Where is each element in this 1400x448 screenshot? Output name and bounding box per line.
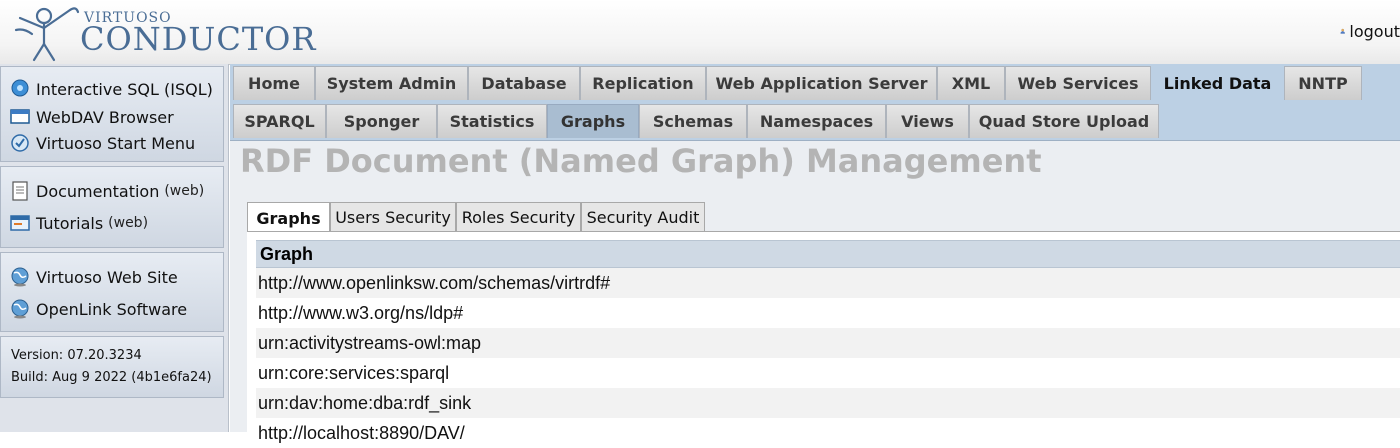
tab-web-application-server[interactable]: Web Application Server (706, 66, 937, 100)
graphs-panel: Graph http://www.openlinksw.com/schemas/… (247, 231, 1400, 448)
sidebar-item-label: Tutorials (36, 213, 104, 233)
tab-nntp[interactable]: NNTP (1284, 66, 1362, 100)
globe-icon (11, 267, 29, 287)
tab-graphs[interactable]: Graphs (547, 104, 639, 138)
subtab-graphs[interactable]: Graphs (247, 202, 330, 233)
sidebar-item-webdav[interactable]: WebDAV Browser (9, 107, 174, 127)
sidebar-item-label: Interactive SQL (ISQL) (36, 79, 213, 99)
table-row[interactable]: http://www.w3.org/ns/ldp# (256, 298, 1400, 328)
header: VIRTUOSO CONDUCTOR logout (0, 0, 1400, 65)
sidebar-item-label: WebDAV Browser (36, 107, 174, 127)
start-menu-icon (11, 134, 29, 152)
table-row[interactable]: http://www.openlinksw.com/schemas/virtrd… (256, 268, 1400, 298)
isql-icon (11, 79, 29, 97)
page-title: RDF Document (Named Graph) Management (240, 142, 1042, 180)
tab-linked-data[interactable]: Linked Data (1151, 66, 1284, 100)
virtuoso-conductor-logo[interactable]: VIRTUOSO CONDUCTOR (14, 4, 316, 62)
webdav-icon (10, 109, 30, 124)
graphs-table: Graph http://www.openlinksw.com/schemas/… (256, 240, 1400, 448)
sidebar-version-box: Version: 07.20.3234 Build: Aug 9 2022 (4… (0, 336, 224, 398)
documentation-icon (12, 181, 28, 201)
secondary-tab-bar: SPARQL Sponger Statistics Graphs Schemas… (230, 102, 1400, 141)
logo-big-text: CONDUCTOR (80, 20, 317, 58)
table-row[interactable]: urn:dav:home:dba:rdf_sink (256, 388, 1400, 418)
tab-sparql[interactable]: SPARQL (233, 104, 326, 138)
tab-replication[interactable]: Replication (580, 66, 706, 100)
main-content: Home System Admin Database Replication W… (230, 64, 1400, 448)
tab-statistics[interactable]: Statistics (437, 104, 547, 138)
sidebar-item-label: Virtuoso Start Menu (36, 133, 196, 153)
table-row[interactable]: urn:core:services:sparql (256, 358, 1400, 388)
sidebar-item-isql[interactable]: Interactive SQL (ISQL) (9, 79, 213, 99)
tab-database[interactable]: Database (468, 66, 580, 100)
build-text: Build: Aug 9 2022 (4b1e6fa24) (11, 370, 212, 385)
user-icon (1340, 28, 1345, 34)
tab-system-admin[interactable]: System Admin (315, 66, 468, 100)
tab-sponger[interactable]: Sponger (326, 104, 437, 138)
tab-web-services[interactable]: Web Services (1005, 66, 1151, 100)
web-suffix: (web) (108, 215, 149, 231)
logout-label: logout (1349, 21, 1400, 41)
sidebar-item-tutorials[interactable]: Tutorials (web) (9, 213, 148, 233)
globe-icon (11, 299, 29, 319)
sidebar-group-tools: Interactive SQL (ISQL) WebDAV Browser Vi… (0, 66, 224, 162)
subtab-roles-security[interactable]: Roles Security (456, 202, 581, 232)
sidebar-group-links: Virtuoso Web Site OpenLink Software (0, 252, 224, 332)
column-header-graph[interactable]: Graph (256, 240, 1400, 268)
sidebar-item-label: OpenLink Software (36, 299, 188, 319)
version-text: Version: 07.20.3234 (11, 348, 142, 363)
subtab-security-audit[interactable]: Security Audit (581, 202, 705, 232)
tab-schemas[interactable]: Schemas (639, 104, 747, 138)
sidebar-item-openlink-software[interactable]: OpenLink Software (9, 299, 187, 319)
tab-namespaces[interactable]: Namespaces (747, 104, 886, 138)
table-row[interactable]: http://localhost:8890/DAV/ (256, 418, 1400, 448)
sidebar: Interactive SQL (ISQL) WebDAV Browser Vi… (0, 64, 229, 432)
tab-xml[interactable]: XML (937, 66, 1005, 100)
vitruvian-logo-icon (14, 7, 80, 62)
sidebar-item-label: Documentation (36, 181, 160, 201)
primary-tab-bar: Home System Admin Database Replication W… (230, 64, 1400, 102)
tutorials-icon (10, 215, 30, 231)
sidebar-group-docs: Documentation (web) Tutorials (web) (0, 166, 224, 248)
tab-quad-store-upload[interactable]: Quad Store Upload (969, 104, 1159, 138)
table-row[interactable]: urn:activitystreams-owl:map (256, 328, 1400, 358)
sidebar-item-virtuoso-web-site[interactable]: Virtuoso Web Site (9, 267, 178, 287)
logout-link[interactable]: logout (1340, 16, 1400, 46)
tab-views[interactable]: Views (886, 104, 969, 138)
web-suffix: (web) (164, 183, 205, 199)
sidebar-item-start-menu[interactable]: Virtuoso Start Menu (9, 133, 195, 153)
subtab-users-security[interactable]: Users Security (330, 202, 456, 232)
sidebar-item-documentation[interactable]: Documentation (web) (9, 181, 204, 201)
tab-home[interactable]: Home (233, 66, 315, 100)
sidebar-item-label: Virtuoso Web Site (36, 267, 178, 287)
